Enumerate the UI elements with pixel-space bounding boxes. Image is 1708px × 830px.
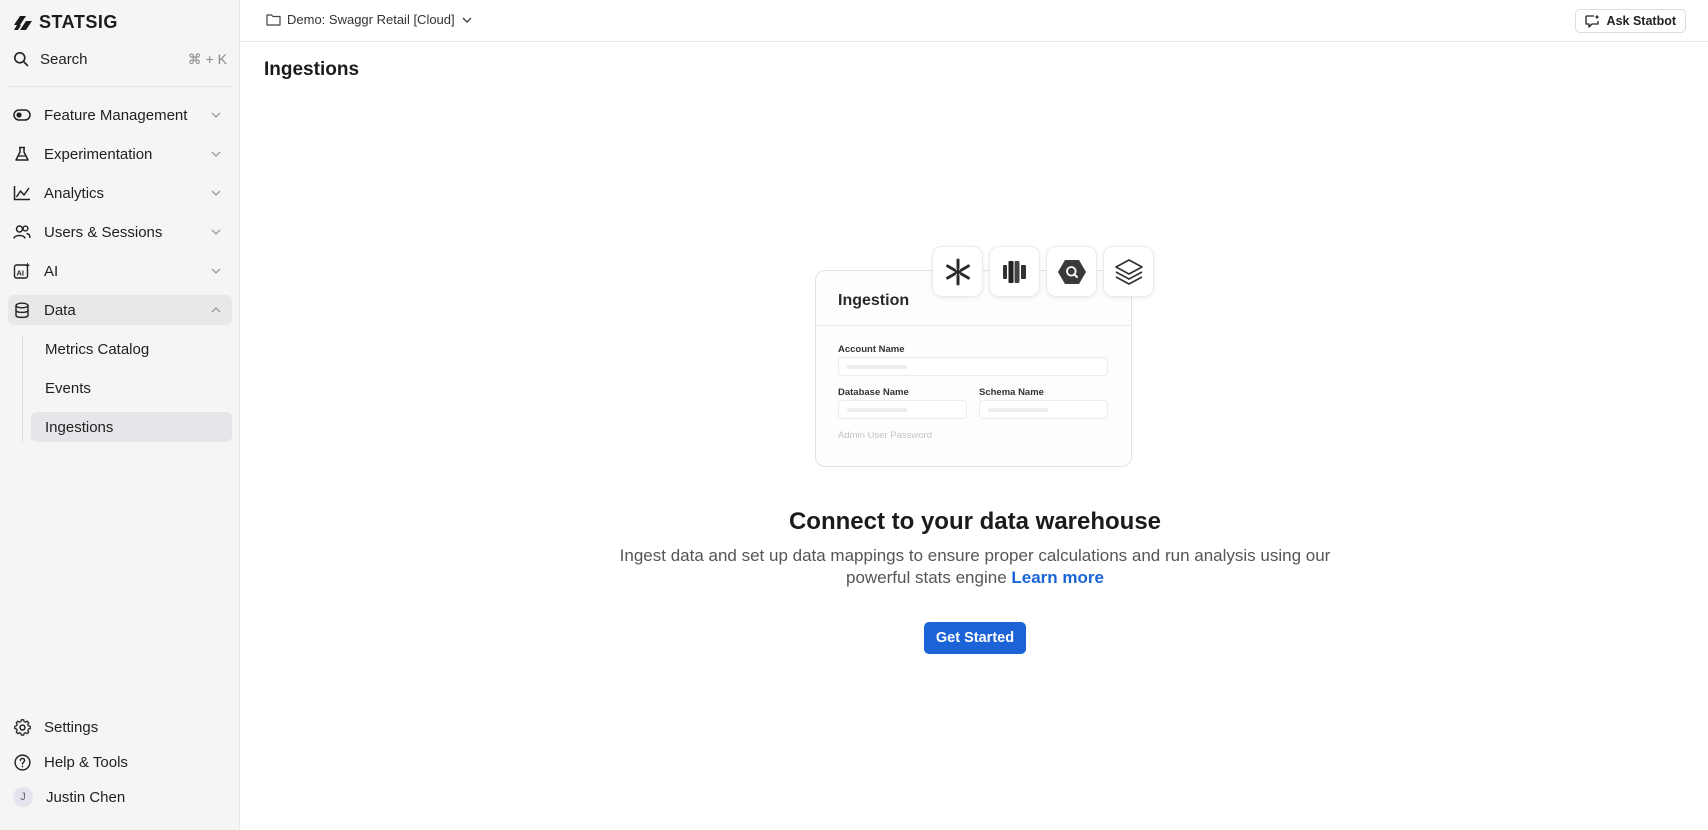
topbar: Demo: Swaggr Retail [Cloud] Ask Statbot — [240, 0, 1708, 42]
page-title: Ingestions — [264, 59, 360, 80]
folder-icon — [266, 14, 281, 26]
bigquery-tile — [1046, 246, 1097, 297]
search-button[interactable]: Search ⌘ + K — [13, 47, 227, 71]
sidebar-item-analytics[interactable]: Analytics — [8, 178, 232, 208]
bigquery-icon — [1057, 259, 1086, 284]
sidebar-item-label: Settings — [44, 718, 99, 736]
sidebar-item-label: Help & Tools — [44, 753, 128, 771]
sidebar-item-label: Experimentation — [44, 145, 153, 163]
sidebar-item-settings[interactable]: Settings — [8, 712, 232, 742]
database-name-field-illustration — [838, 400, 967, 419]
chevron-down-icon — [211, 190, 221, 196]
snowflake-icon — [945, 258, 970, 285]
search-icon — [14, 52, 29, 67]
empty-state-description: Ingest data and set up data mappings to … — [600, 545, 1350, 589]
sidebar-item-experimentation[interactable]: Experimentation — [8, 139, 232, 169]
sidebar-item-label: AI — [44, 262, 59, 280]
sidebar-item-label: Feature Management — [44, 106, 188, 124]
sidebar: STATSIG Search ⌘ + K Feature Management … — [0, 0, 240, 830]
sidebar-item-label: Data — [44, 301, 76, 319]
illustration-divider — [816, 325, 1131, 326]
sidebar-item-label: Users & Sessions — [44, 223, 163, 241]
databricks-icon — [1114, 258, 1143, 285]
chart-icon — [13, 184, 31, 202]
schema-name-label: Schema Name — [979, 387, 1044, 398]
sidebar-subitem-events[interactable]: Events — [31, 373, 232, 403]
search-shortcut: ⌘ + K — [187, 50, 227, 67]
redshift-icon — [1002, 260, 1026, 283]
chevron-down-icon — [211, 229, 221, 235]
sidebar-subitem-metrics-catalog[interactable]: Metrics Catalog — [31, 334, 232, 364]
project-name: Demo: Swaggr Retail [Cloud] — [287, 12, 455, 27]
gear-icon — [13, 718, 31, 736]
statsig-logo-icon — [14, 15, 32, 30]
learn-more-link[interactable]: Learn more — [1011, 568, 1104, 587]
chevron-down-icon — [462, 17, 472, 23]
illustration-card-title: Ingestion — [838, 292, 910, 309]
statsig-logo[interactable]: STATSIG — [13, 12, 118, 33]
sidebar-item-feature-management[interactable]: Feature Management — [8, 100, 232, 130]
ask-statbot-label: Ask Statbot — [1606, 14, 1676, 28]
project-selector[interactable]: Demo: Swaggr Retail [Cloud] — [266, 12, 473, 27]
redshift-tile — [989, 246, 1040, 297]
users-icon — [13, 223, 31, 241]
sidebar-divider — [8, 86, 232, 87]
account-name-field-illustration — [838, 357, 1108, 376]
sidebar-item-users-sessions[interactable]: Users & Sessions — [8, 217, 232, 247]
brand-name: STATSIG — [39, 12, 118, 32]
chat-sparkle-icon — [1584, 14, 1600, 28]
ai-icon: AI — [13, 262, 31, 280]
chevron-up-icon — [211, 307, 221, 313]
svg-text:AI: AI — [17, 269, 25, 278]
submenu-guide-line — [22, 336, 23, 442]
sidebar-item-label: Analytics — [44, 184, 105, 202]
toggle-icon — [13, 106, 31, 124]
sidebar-item-help-tools[interactable]: Help & Tools — [8, 747, 232, 777]
chevron-down-icon — [211, 112, 221, 118]
account-name-label: Account Name — [838, 344, 905, 355]
database-icon — [13, 301, 31, 319]
sidebar-subitem-ingestions[interactable]: Ingestions — [31, 412, 232, 442]
chevron-down-icon — [211, 151, 221, 157]
empty-state-title: Connect to your data warehouse — [788, 508, 1162, 535]
admin-password-label: Admin User Password — [838, 430, 932, 441]
sidebar-item-data[interactable]: Data — [8, 295, 232, 325]
flask-icon — [13, 145, 31, 163]
avatar: J — [13, 787, 33, 807]
user-name: Justin Chen — [46, 788, 126, 806]
databricks-tile — [1103, 246, 1154, 297]
ingestion-illustration-card: Ingestion Account Name Database Name Sch… — [815, 270, 1132, 467]
schema-name-field-illustration — [979, 400, 1108, 419]
empty-state-description-text: Ingest data and set up data mappings to … — [619, 546, 1331, 587]
get-started-button[interactable]: Get Started — [924, 622, 1026, 654]
snowflake-tile — [932, 246, 983, 297]
chevron-down-icon — [211, 268, 221, 274]
user-profile[interactable]: J Justin Chen — [8, 782, 232, 812]
sidebar-item-ai[interactable]: AI AI — [8, 256, 232, 286]
search-label: Search — [40, 50, 88, 68]
ask-statbot-button[interactable]: Ask Statbot — [1574, 9, 1686, 33]
database-name-label: Database Name — [838, 387, 909, 398]
help-icon — [13, 753, 31, 771]
